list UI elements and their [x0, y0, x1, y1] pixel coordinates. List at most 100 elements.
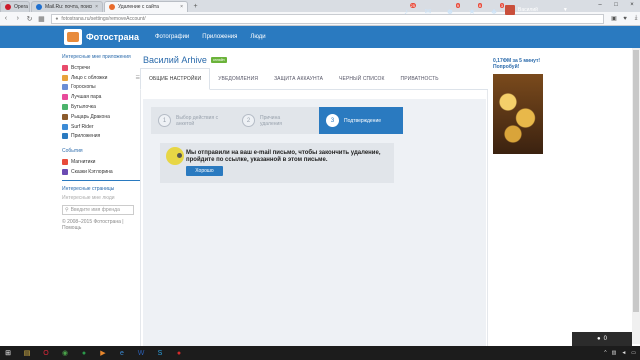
minimize-icon[interactable]: – [592, 0, 608, 10]
new-tab-button[interactable]: + [191, 2, 200, 11]
site-header: Фотострана Фотографии Приложения Люди [0, 26, 640, 48]
events-header-label: События [62, 148, 83, 155]
tab-notifications[interactable]: УВЕДОМЛЕНИЯ [210, 68, 266, 90]
sidebar-app-item[interactable]: Бутылочка [62, 102, 140, 112]
search-icon: ⚲ [65, 206, 69, 213]
download-icon[interactable]: ⤓ [632, 15, 640, 23]
sidebar-app-item[interactable]: Встречи [62, 63, 140, 73]
opera-icon[interactable]: O [41, 348, 51, 358]
app-icon [62, 123, 68, 130]
removal-area [143, 99, 486, 359]
nav-people[interactable]: Люди [250, 34, 265, 40]
chrome-icon[interactable]: ◉ [60, 348, 70, 358]
sidebar-app-item[interactable]: Surf Rider [62, 122, 140, 132]
skype-icon[interactable]: S [155, 348, 165, 358]
recorder-icon[interactable]: ● [174, 348, 184, 358]
app-icon [62, 84, 68, 91]
tab-blacklist[interactable]: ЧЕРНЫЙ СПИСОК [331, 68, 392, 90]
word-icon[interactable]: W [136, 348, 146, 358]
badge: 8 [477, 3, 482, 8]
badge: 3 [499, 3, 504, 8]
tab-account-security[interactable]: ЗАЩИТА АККАУНТА [266, 68, 331, 90]
lock-icon: ● [55, 15, 59, 22]
browser-tab-label: Удаление с сайта [118, 4, 159, 10]
sidebar-app-item[interactable]: Гороскопы [62, 83, 140, 93]
close-tab-icon[interactable]: × [95, 4, 98, 10]
chat-widget[interactable]: ● 0 [572, 332, 632, 346]
chat-icon: ● [597, 336, 601, 342]
forward-icon[interactable]: › [12, 13, 24, 25]
chat-count: 0 [603, 336, 607, 342]
media-icon[interactable]: ▶ [98, 348, 108, 358]
messages-icon[interactable]: ✉ [422, 6, 434, 16]
sidebar-event-item[interactable]: Магнитики [62, 157, 140, 167]
sidebar-app-item[interactable]: Рыцарь Дракона [62, 112, 140, 122]
events-icon[interactable]: ♪ 25 [400, 3, 416, 16]
volume-icon[interactable]: ◄ [621, 350, 626, 356]
tab-general-settings[interactable]: ОБЩИЕ НАСТРОЙКИ [140, 68, 211, 90]
maximize-icon[interactable]: □ [608, 0, 624, 10]
divider [62, 179, 140, 181]
info-icon [177, 153, 182, 158]
gifts-icon[interactable]: ★ 8 [466, 3, 482, 16]
nav-apps[interactable]: Приложения [202, 34, 237, 40]
people-link[interactable]: Интересные мне люди [62, 195, 140, 201]
address-field[interactable]: ● fotostrana.ru/settings/removeAccount/ [51, 13, 605, 24]
sidebar-app-item[interactable]: Лицо с обложки ☰ [62, 73, 140, 83]
heart-icon[interactable]: ♥ [621, 15, 629, 23]
app-icon [62, 104, 68, 111]
windows-start-icon[interactable]: ⊞ [3, 348, 13, 358]
user-full-name[interactable]: Василий Arhive [143, 55, 207, 65]
browser-tab-opera[interactable]: Opera [0, 1, 30, 12]
close-window-icon[interactable]: × [624, 0, 640, 10]
apps-header-label: Интересные мне приложения [62, 54, 131, 60]
sidebar-event-item[interactable]: Сказки Кэтлорина [62, 167, 140, 177]
browser-tab-mail[interactable]: Mail.Ru: почта, поиск в ... × [31, 1, 103, 12]
page-title: Василий Arhive онлайн [143, 55, 227, 65]
app-label: Лучшая пара [71, 94, 102, 101]
badge: 9 [455, 3, 460, 8]
sidebar-app-item[interactable]: Лучшая пара [62, 92, 140, 102]
page-scrollbar[interactable] [632, 48, 640, 344]
app-label: Гороскопы [71, 84, 96, 91]
friend-search-input[interactable]: ⚲ Введите имя френда [62, 204, 134, 215]
ie-icon[interactable]: e [117, 348, 127, 358]
fotostrana-logo-icon [64, 29, 82, 45]
scrollbar-thumb[interactable] [633, 50, 639, 312]
left-sidebar: Интересные мне приложения Встречи Лицо с … [62, 48, 140, 231]
camtasia-icon[interactable]: ● [79, 348, 89, 358]
settings-tabs: ОБЩИЕ НАСТРОЙКИ УВЕДОМЛЕНИЯ ЗАЩИТА АККАУ… [140, 68, 488, 90]
speed-dial-icon[interactable]: ▦ [36, 13, 48, 25]
user-menu[interactable]: Василий ▼ [505, 5, 568, 15]
games-icon[interactable]: ♣ 3 [488, 3, 504, 16]
opera-favicon-icon [5, 4, 11, 10]
guests-icon[interactable]: ☻ 9 [444, 3, 460, 16]
user-name: Василий [518, 7, 538, 13]
ad-banner[interactable]: 0,17ФМ за 5 минут! Попробуй! [493, 58, 553, 154]
close-tab-icon[interactable]: × [180, 4, 183, 10]
browser-tab-delete[interactable]: Удаление с сайта × [104, 1, 188, 12]
tab-privacy[interactable]: ПРИВАТНОСТЬ [393, 68, 447, 90]
step-2: 2 Причина удаления [235, 107, 319, 134]
pages-header[interactable]: Интересные страницы [62, 186, 140, 192]
site-logo[interactable]: Фотострана [64, 29, 139, 45]
ok-button[interactable]: Хорошо [186, 166, 223, 176]
app-icon [62, 94, 68, 101]
language-icon[interactable]: ▭ [631, 350, 636, 356]
network-icon[interactable]: ▥ [612, 350, 617, 356]
nav-photos[interactable]: Фотографии [155, 34, 189, 40]
sidebar-app-item[interactable]: Приложения [62, 132, 140, 142]
ad-title: 0,17ФМ за 5 минут! Попробуй! [493, 58, 541, 70]
ad-image[interactable] [493, 74, 543, 154]
camera-icon[interactable]: ▣ [610, 15, 618, 23]
events-header[interactable]: События [62, 148, 140, 154]
fotostrana-favicon-icon [109, 4, 115, 10]
mail-favicon-icon [36, 4, 42, 10]
tray-arrow-icon[interactable]: ^ [604, 350, 606, 356]
event-label: Магнитики [71, 159, 96, 166]
system-tray: ^ ▥ ◄ ▭ [604, 346, 636, 360]
back-icon[interactable]: ‹ [0, 13, 12, 25]
reload-icon[interactable]: ↻ [24, 13, 36, 25]
apps-header[interactable]: Интересные мне приложения [62, 54, 140, 60]
explorer-icon[interactable]: ▤ [22, 348, 32, 358]
